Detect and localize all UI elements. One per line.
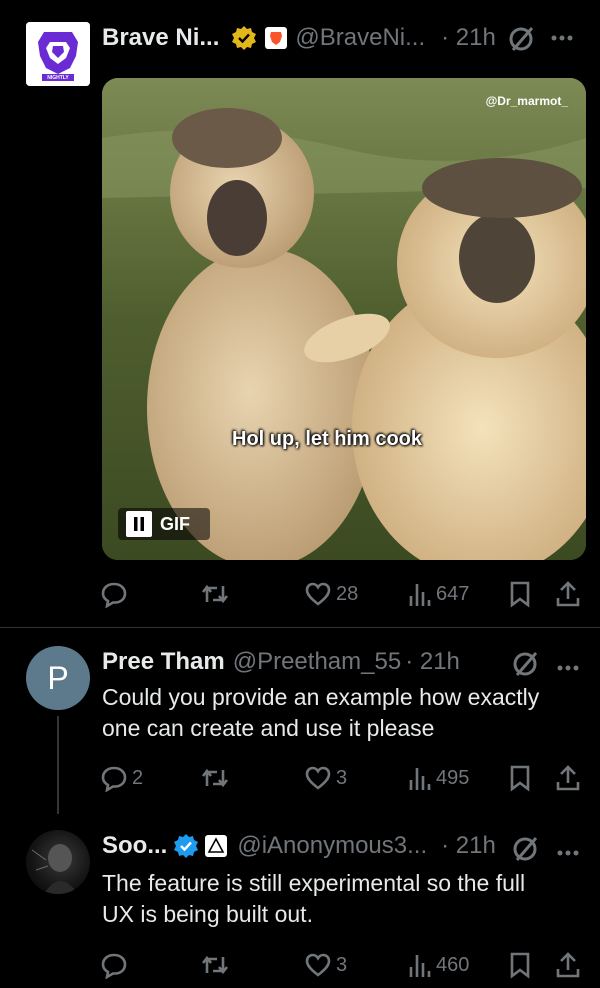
retweet-icon	[201, 584, 229, 604]
thread-line	[57, 716, 59, 814]
tweet-header: Soo... @iAnonymous3... · 21h	[102, 829, 496, 863]
gif-label: GIF	[160, 513, 190, 534]
tweet-header: Pree Tham @Preetham_55 · 21h	[102, 646, 460, 678]
reply-icon	[101, 582, 127, 608]
handle[interactable]: @BraveNi...	[295, 24, 425, 52]
bookmark-button[interactable]	[508, 758, 532, 798]
handle[interactable]: @Preetham_55	[233, 648, 401, 676]
grok-icon[interactable]	[508, 24, 536, 52]
retweet-button[interactable]	[200, 758, 234, 798]
reply-button[interactable]	[100, 574, 132, 614]
share-icon	[556, 952, 580, 978]
like-count: 28	[336, 582, 359, 605]
retweet-button[interactable]	[200, 945, 234, 985]
tweet-text-line: The feature is still experimental so the…	[102, 870, 526, 896]
like-count: 3	[336, 766, 348, 789]
masked-figure-image	[31, 844, 78, 894]
more-icon[interactable]	[556, 659, 580, 677]
marmots-image	[102, 78, 586, 560]
views-icon	[409, 768, 431, 790]
reply-button[interactable]: 2	[100, 758, 143, 798]
like-icon	[305, 766, 331, 790]
avatar[interactable]	[26, 830, 90, 894]
avatar-letter: P	[47, 659, 69, 696]
gif-media[interactable]: @Dr_marmot_ Hol up, let him cook GIF	[102, 78, 586, 560]
views-button[interactable]: 495	[408, 758, 469, 798]
display-name[interactable]: Soo...	[102, 832, 167, 860]
bookmark-icon	[510, 765, 530, 792]
retweet-icon	[201, 768, 229, 788]
tweet-text: Could you provide an example how exactly…	[102, 682, 592, 744]
timestamp[interactable]: · 21h	[441, 24, 496, 52]
like-icon	[305, 953, 331, 977]
tweet-text: The feature is still experimental so the…	[102, 868, 592, 930]
tweet-text-line: UX is being built out.	[102, 901, 313, 927]
share-icon	[556, 581, 580, 607]
share-button[interactable]	[554, 758, 582, 798]
like-icon	[305, 582, 331, 606]
tweet-header: Brave Ni... @BraveNi... · 21h	[102, 20, 574, 56]
verified-badge-icon	[173, 833, 199, 859]
views-icon	[409, 955, 431, 977]
view-count: 495	[436, 766, 470, 789]
like-count: 3	[336, 953, 348, 976]
affiliate-badge-icon[interactable]	[265, 27, 288, 49]
more-icon[interactable]	[556, 844, 580, 862]
share-icon	[556, 765, 580, 791]
bookmark-button[interactable]	[508, 574, 532, 614]
display-name[interactable]: Brave Ni...	[102, 24, 219, 52]
tweet-text-line: one can create and use it please	[102, 715, 435, 741]
handle[interactable]: @iAnonymous3...	[237, 832, 427, 860]
like-button[interactable]: 28	[304, 574, 358, 614]
affiliate-badge-icon[interactable]	[205, 835, 228, 857]
view-count: 460	[436, 953, 470, 976]
tweet-3[interactable]: Soo... @iAnonymous3... · 21h The feature…	[0, 814, 600, 988]
gif-caption: Hol up, let him cook	[232, 428, 423, 450]
grok-icon[interactable]	[512, 649, 540, 682]
tweet-2[interactable]: P Pree Tham @Preetham_55 · 21h Could you…	[0, 628, 600, 814]
views-icon	[409, 584, 431, 606]
bookmark-icon	[510, 581, 530, 608]
share-button[interactable]	[554, 574, 582, 614]
views-button[interactable]: 647	[408, 574, 469, 614]
media-watermark: @Dr_marmot_	[485, 94, 568, 108]
avatar-label: NIGHTLY	[47, 75, 69, 81]
more-icon[interactable]	[550, 34, 574, 42]
reply-icon	[101, 766, 127, 792]
avatar[interactable]: P	[26, 646, 90, 710]
gif-badge[interactable]: GIF	[118, 508, 210, 540]
tweet-1[interactable]: NIGHTLY Brave Ni... @BraveNi... · 21h @D…	[0, 0, 600, 628]
verified-badge-icon	[231, 25, 257, 51]
display-name[interactable]: Pree Tham	[102, 648, 225, 676]
view-count: 647	[436, 582, 470, 605]
bookmark-button[interactable]	[508, 945, 532, 985]
reply-count: 2	[132, 766, 144, 789]
grok-icon[interactable]	[512, 834, 540, 867]
reply-button[interactable]	[100, 945, 132, 985]
bookmark-icon	[510, 952, 530, 979]
action-bar: 3 460	[100, 945, 590, 985]
share-button[interactable]	[554, 945, 582, 985]
action-bar: 2 3 495	[100, 758, 590, 798]
brave-nightly-avatar[interactable]: NIGHTLY	[26, 22, 90, 86]
retweet-icon	[201, 955, 229, 975]
like-button[interactable]: 3	[304, 758, 347, 798]
views-button[interactable]: 460	[408, 945, 469, 985]
timestamp[interactable]: · 21h	[441, 832, 496, 860]
tweet-text-line: Could you provide an example how exactly	[102, 684, 540, 710]
reply-icon	[101, 953, 127, 979]
retweet-button[interactable]	[200, 574, 234, 614]
action-bar: 28 647	[100, 574, 590, 614]
like-button[interactable]: 3	[304, 945, 347, 985]
pause-icon[interactable]	[126, 511, 152, 537]
timestamp[interactable]: · 21h	[405, 648, 460, 676]
